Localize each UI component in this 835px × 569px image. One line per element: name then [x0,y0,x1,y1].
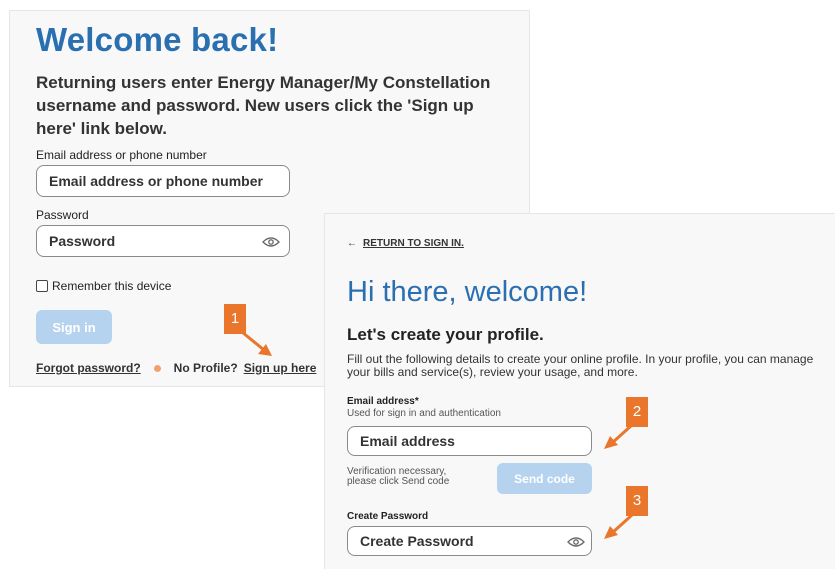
return-to-signin-link[interactable]: ← RETURN TO SIGN IN. [347,238,464,249]
signup-panel: ← RETURN TO SIGN IN. Hi there, welcome! … [324,213,835,569]
signin-intro: Returning users enter Energy Manager/My … [36,73,491,138]
remember-label: Remember this device [52,279,172,293]
callout-3-badge: 3 [626,486,648,516]
eye-icon[interactable] [567,536,585,548]
signup-description: Fill out the following details to create… [347,352,814,379]
eye-icon[interactable] [262,236,280,248]
arrow-icon [604,423,634,449]
forgot-password-link[interactable]: Forgot password? [36,361,141,375]
signup-email-input[interactable] [347,426,592,456]
no-profile-text: No Profile? [173,361,238,375]
signin-button[interactable]: Sign in [36,310,112,344]
create-password-label: Create Password [347,511,429,522]
separator-dot [153,364,161,372]
remember-device[interactable]: Remember this device [36,279,171,293]
return-link-label: RETURN TO SIGN IN. [363,238,464,249]
remember-checkbox[interactable] [36,280,48,292]
arrow-icon [604,513,634,539]
create-password-input[interactable] [347,526,592,556]
email-label: Email address or phone number [36,148,207,162]
signup-email-label: Email address* [347,396,419,407]
verify-hint-line2: please click Send code [347,476,450,487]
signup-email-hint: Used for sign in and authentication [347,408,501,419]
signin-footer-links: Forgot password? No Profile? Sign up her… [36,361,316,375]
signin-title: Welcome back! [36,21,279,58]
signup-link[interactable]: Sign up here [244,361,317,375]
send-code-button[interactable]: Send code [497,463,592,494]
arrow-icon [241,330,272,356]
password-input[interactable] [36,225,290,257]
signup-title: Hi there, welcome! [347,276,588,308]
email-input[interactable] [36,165,290,197]
arrow-left-icon: ← [347,238,357,249]
password-label: Password [36,208,89,222]
signup-subtitle: Let's create your profile. [347,325,544,344]
